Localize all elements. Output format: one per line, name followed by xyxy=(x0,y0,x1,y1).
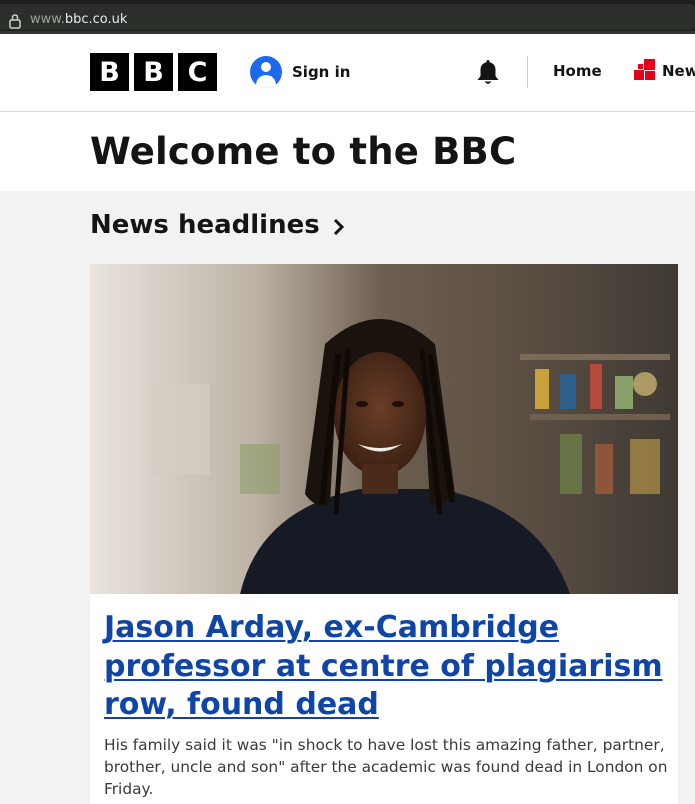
welcome-banner: Welcome to the BBC xyxy=(0,112,695,191)
address-field[interactable]: www.bbc.co.uk xyxy=(0,4,695,30)
nav-news-link[interactable]: News xyxy=(662,62,695,80)
logo-block-3: C xyxy=(178,53,217,91)
sign-in-button[interactable]: Sign in xyxy=(250,56,350,88)
chevron-right-icon xyxy=(333,218,344,236)
story-summary: His family said it was "in shock to have… xyxy=(104,736,668,798)
news-headlines-link[interactable]: News headlines xyxy=(90,210,346,240)
bbc-logo[interactable]: B B C xyxy=(90,53,217,91)
url-prefix: www. xyxy=(30,12,65,27)
notifications-bell-icon[interactable] xyxy=(475,58,501,86)
site-header: B B C Sign in Home News xyxy=(0,34,695,112)
account-icon xyxy=(250,56,282,88)
lead-story-card[interactable]: Jason Arday, ex-Cambridge professor at c… xyxy=(90,264,678,804)
news-icon xyxy=(634,59,655,80)
story-photo[interactable] xyxy=(90,264,678,594)
lock-icon xyxy=(9,14,21,29)
url-domain: bbc.co.uk xyxy=(64,12,128,27)
browser-url-bar[interactable]: www.bbc.co.uk xyxy=(0,0,695,34)
section-title: News headlines xyxy=(90,210,320,240)
logo-block-1: B xyxy=(90,53,129,91)
shield-icon xyxy=(0,14,2,28)
url-text[interactable]: www.bbc.co.uk xyxy=(30,12,127,27)
sign-in-label: Sign in xyxy=(292,63,351,81)
header-divider xyxy=(527,56,528,88)
nav-home-link[interactable]: Home xyxy=(553,62,602,80)
story-headline-link[interactable]: Jason Arday, ex-Cambridge professor at c… xyxy=(104,609,664,725)
logo-block-2: B xyxy=(134,53,173,91)
page-title: Welcome to the BBC xyxy=(90,130,517,173)
